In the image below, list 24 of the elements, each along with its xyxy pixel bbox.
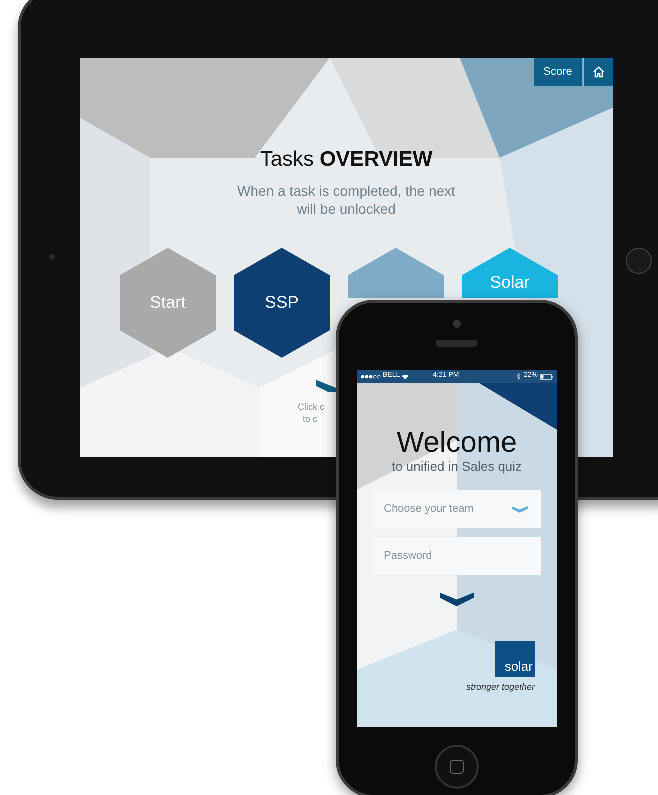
team-select[interactable]: Choose your team bbox=[373, 490, 541, 528]
wifi-icon bbox=[402, 374, 410, 380]
phone-speaker bbox=[436, 340, 478, 347]
hint-text: to c bbox=[302, 413, 318, 425]
signal-icon bbox=[361, 374, 381, 378]
score-button[interactable]: Score bbox=[534, 58, 582, 86]
home-button[interactable] bbox=[583, 58, 613, 86]
welcome-title: Welcome bbox=[396, 427, 518, 459]
tablet-camera bbox=[49, 254, 55, 260]
tablet-home-button[interactable] bbox=[626, 248, 652, 274]
welcome-subtitle: to unified in Sales quiz bbox=[392, 459, 522, 475]
password-field[interactable]: Password bbox=[373, 537, 541, 575]
hint-text: Click c bbox=[298, 401, 324, 413]
solar-logo: solar bbox=[495, 641, 535, 677]
phone-camera bbox=[453, 320, 461, 328]
page-subtitle: When a task is completed, the next will be unlocked bbox=[236, 182, 456, 218]
bluetooth-icon bbox=[516, 373, 521, 380]
home-icon bbox=[592, 66, 604, 78]
phone-home-button[interactable] bbox=[435, 745, 479, 789]
page-title: Tasks OVERVIEW bbox=[260, 147, 433, 173]
chevron-down-icon bbox=[510, 505, 530, 513]
tagline: stronger together bbox=[466, 681, 535, 694]
battery-icon bbox=[540, 374, 553, 380]
team-select-placeholder: Choose your team bbox=[384, 502, 474, 517]
